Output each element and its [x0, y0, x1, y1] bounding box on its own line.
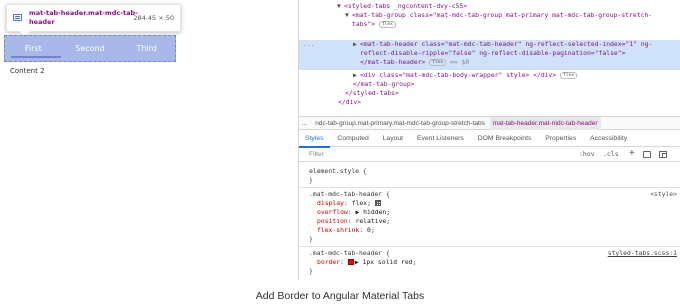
- elements-tree: ▼ <styled-tabs _ngcontent-dvy-c55> ▼ <mat-…: [299, 0, 680, 116]
- tab-computed[interactable]: Computed: [331, 131, 374, 146]
- rule-selector[interactable]: .mat-mdc-tab-header {: [309, 190, 679, 199]
- highlighted-tab-header: First Second Third: [4, 35, 176, 62]
- dom-node[interactable]: </div>: [299, 98, 680, 107]
- tab-dom-breakpoints[interactable]: DOM Breakpoints: [472, 131, 538, 146]
- dom-node[interactable]: ▼ <styled-tabs _ngcontent-dvy-c55>: [299, 2, 680, 11]
- selected-dom-node[interactable]: ... ▶ <mat-tab-header class="mat-mdc-tab-…: [299, 40, 680, 70]
- tooltip-selector: mat-tab-header.mat-mdc-tab-header: [29, 9, 138, 26]
- hov-toggle[interactable]: :hov: [579, 148, 595, 161]
- css-declaration[interactable]: display: flex;: [309, 199, 679, 208]
- flex-badge[interactable]: flex: [429, 58, 447, 66]
- computed-styles-icon[interactable]: [643, 151, 651, 158]
- dom-node[interactable]: </mat-tab-group>: [299, 80, 680, 89]
- element-icon: [13, 14, 22, 21]
- dom-node[interactable]: ▼ <mat-tab-group class="mat-mdc-tab-group…: [299, 11, 680, 20]
- css-declaration[interactable]: position: relative;: [309, 217, 679, 226]
- dom-node: tabs"> flex: [299, 20, 680, 29]
- tab-third[interactable]: Third: [118, 44, 175, 53]
- filter-input[interactable]: Filter: [309, 148, 509, 161]
- tab-content: Content 2: [10, 67, 45, 75]
- toggle-sidebar-icon[interactable]: [659, 151, 667, 158]
- breadcrumb-item[interactable]: ndc-tab-group.mat-primary.mat-mdc-tab-gr…: [312, 117, 488, 130]
- styles-filter-bar: Filter :hov .cls +: [299, 148, 680, 162]
- flexbox-editor-icon[interactable]: [374, 200, 381, 206]
- css-declaration[interactable]: border: ▶ 1px solid red;: [309, 258, 679, 267]
- tab-styles[interactable]: Styles: [299, 131, 330, 148]
- flex-badge[interactable]: flex: [378, 20, 396, 28]
- dom-node[interactable]: ▶ <div class="mat-mdc-tab-body-wrapper" s…: [299, 71, 680, 80]
- flex-badge[interactable]: flex: [560, 71, 577, 79]
- css-declaration[interactable]: overflow: ▶ hidden;: [309, 208, 679, 217]
- rule-source[interactable]: <style>: [650, 190, 677, 198]
- cls-toggle[interactable]: .cls: [603, 148, 619, 161]
- devtools-panel: ▼ <styled-tabs _ngcontent-dvy-c55> ▼ <mat-…: [298, 0, 680, 280]
- rule-divider: [299, 246, 680, 247]
- breadcrumb-item-active[interactable]: mat-tab-header.mat-mdc-tab-header: [489, 117, 601, 130]
- panel-tab-bar: Styles Computed Layout Event Listeners D…: [299, 131, 680, 148]
- tab-first[interactable]: First: [5, 44, 62, 53]
- tab-event-listeners[interactable]: Event Listeners: [411, 131, 470, 146]
- styles-pane: element.style { } .mat-mdc-tab-header { …: [299, 163, 680, 280]
- color-swatch-icon[interactable]: [347, 259, 354, 265]
- new-rule-button[interactable]: +: [629, 148, 635, 160]
- css-declaration[interactable]: flex-shrink: 0;: [309, 226, 679, 235]
- breadcrumb-item[interactable]: ...: [299, 117, 310, 130]
- tab-ink-bar: [11, 56, 61, 58]
- figure-caption: Add Border to Angular Material Tabs: [255, 290, 425, 302]
- breadcrumb: ... ndc-tab-group.mat-primary.mat-mdc-ta…: [299, 116, 680, 130]
- tooltip-dimensions: 284.45 × 50: [133, 14, 174, 22]
- dom-node[interactable]: </styled-tabs>: [299, 89, 680, 98]
- tab-layout[interactable]: Layout: [377, 131, 409, 146]
- tab-accessibility[interactable]: Accessibility: [584, 131, 633, 146]
- element-style-rule[interactable]: element.style {: [309, 167, 679, 176]
- tab-properties[interactable]: Properties: [539, 131, 582, 146]
- rule-source-link[interactable]: styled-tabs.scss:1: [608, 249, 677, 257]
- element-inspect-tooltip: mat-tab-header.mat-mdc-tab-header 284.45…: [6, 4, 181, 38]
- tab-second[interactable]: Second: [62, 44, 119, 53]
- rule-divider: [299, 187, 680, 188]
